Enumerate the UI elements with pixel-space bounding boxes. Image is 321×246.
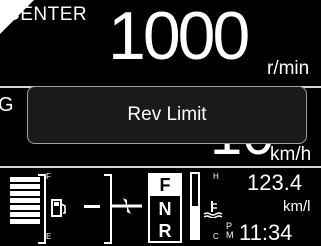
- fuel-economy-value: 123.4: [247, 170, 303, 195]
- clock-ampm-bottom: M: [226, 230, 234, 240]
- fuel-bar: [10, 212, 40, 217]
- cooling-fan-icon: [112, 198, 142, 214]
- clock-time: 11:34: [239, 220, 293, 245]
- fuel-pump-icon: [51, 199, 66, 217]
- fuel-bar: [10, 205, 40, 210]
- gear-reverse: R: [158, 221, 172, 241]
- vehicle-speed-unit: km/h: [270, 144, 312, 165]
- temp-cold-label: C: [213, 232, 219, 241]
- engine-rpm-unit: r/min: [267, 58, 310, 79]
- divider-bottom: [0, 166, 321, 168]
- rev-limit-message: Rev Limit: [127, 104, 207, 125]
- display-mode-label: CENTER: [6, 4, 88, 25]
- fuel-economy-unit: km/l: [283, 198, 311, 215]
- fuel-bar: [10, 219, 40, 224]
- fuel-level-bars: [10, 177, 40, 226]
- gear-forward: F: [150, 175, 180, 196]
- gear-neutral: N: [158, 199, 172, 219]
- temp-hot-label: H: [213, 172, 219, 181]
- coolant-temp-gauge: [190, 172, 200, 240]
- fuel-bar: [10, 184, 40, 189]
- transmission-selector: F N R: [148, 173, 182, 243]
- middle-bracket: [104, 174, 112, 244]
- range-letter: G: [0, 94, 14, 116]
- fuel-bar: [10, 191, 40, 196]
- rev-limit-popup: Rev Limit: [27, 86, 307, 144]
- coolant-temp-icon: [203, 201, 223, 218]
- fuel-full-label: F: [46, 172, 51, 181]
- engine-rpm-value: 1000: [108, 0, 250, 74]
- fuel-bar: [10, 198, 40, 203]
- coolant-temp-fill: [192, 206, 198, 238]
- fuel-bar: [10, 177, 40, 182]
- clock-ampm: P M: [226, 222, 234, 240]
- separator-dash: [84, 205, 100, 208]
- fuel-empty-label: E: [46, 232, 52, 241]
- fuel-gauge-bracket: [38, 174, 46, 244]
